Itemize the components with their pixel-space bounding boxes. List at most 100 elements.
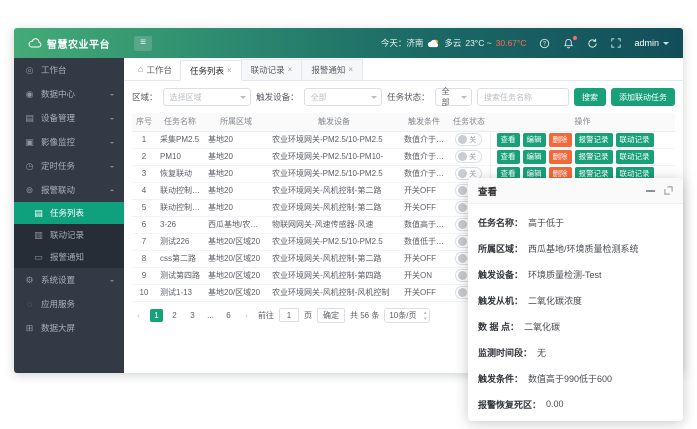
toggle-label: 关 xyxy=(469,135,476,145)
toggle-knob-icon xyxy=(458,237,467,246)
topbar-right: 今天：济南 多云 23°C ~ 30.67°C ? xyxy=(381,37,683,49)
page-button[interactable]: 3 xyxy=(186,309,199,322)
sidebar-item-task-list[interactable]: ▤ 任务列表 xyxy=(14,202,124,224)
chevron-down-icon xyxy=(110,166,114,170)
table-row: 1 采集PM2.5 基地20 农业环境网关-PM2.5/10-PM2.5 数值介… xyxy=(132,131,675,148)
sidebar-item-system-settings[interactable]: ⚙ 系统设置 xyxy=(14,268,124,292)
sidebar-item-scheduled-tasks[interactable]: ◷ 定时任务 xyxy=(14,154,124,178)
cell-name: 联动控制… xyxy=(156,182,204,199)
cell-condition: 数值介于… xyxy=(400,131,448,148)
sidebar-item-device-mgmt[interactable]: ▤ 设备管理 xyxy=(14,106,124,130)
sidebar-item-label: 定时任务 xyxy=(41,160,75,172)
sidebar-item-label: 设备管理 xyxy=(41,112,75,124)
cell-region: 基地20 xyxy=(204,165,268,182)
region-select[interactable]: 选择区域 xyxy=(163,88,252,106)
edit-button[interactable]: 编辑 xyxy=(523,150,546,164)
tab-linkage-records[interactable]: 联动记录 xyxy=(241,59,303,80)
add-linkage-task-button[interactable]: 添加联动任务 xyxy=(611,88,675,106)
sidebar-item-alarm-notice[interactable]: ▭ 报警通知 xyxy=(14,246,124,268)
chevron-down-icon xyxy=(371,96,377,102)
page-button[interactable]: 1 xyxy=(150,309,163,322)
chevron-up-icon xyxy=(110,187,114,191)
confirm-button[interactable]: 确定 xyxy=(317,308,345,323)
delete-button[interactable]: 删除 xyxy=(549,133,572,147)
sidebar-item-app-services[interactable]: ◌ 应用服务 xyxy=(14,292,124,316)
sidebar-collapse-button[interactable]: ≡ xyxy=(134,36,152,51)
cell-region: 基地20 xyxy=(204,131,268,148)
field-value: 0.00 xyxy=(546,399,564,409)
close-icon[interactable] xyxy=(227,67,232,75)
hamburger-icon: ≡ xyxy=(140,38,146,48)
alarm-records-button[interactable]: 报警记录 xyxy=(575,150,613,164)
fullscreen-button[interactable] xyxy=(611,38,621,48)
next-page-button[interactable]: › xyxy=(240,309,253,322)
cell-no: 1 xyxy=(132,131,156,148)
tab-workbench[interactable]: ⌂ 工作台 xyxy=(129,59,181,80)
cell-device: 农业环境网关-PM2.5/10-PM2.5 xyxy=(268,165,400,182)
screen-icon: ⊞ xyxy=(24,323,35,334)
status-toggle[interactable]: 关 xyxy=(455,133,482,146)
prev-page-button[interactable]: ‹ xyxy=(132,309,145,322)
close-icon[interactable] xyxy=(348,66,353,74)
linkage-records-button[interactable]: 联动记录 xyxy=(616,133,654,147)
detail-field: 触发条件： 数值高于990低于600 xyxy=(478,365,673,391)
cell-name: 测试226 xyxy=(156,233,204,250)
sidebar-item-data-center[interactable]: ◉ 数据中心 xyxy=(14,82,124,106)
expand-icon[interactable] xyxy=(664,186,673,195)
user-menu[interactable]: admin xyxy=(634,38,669,48)
goto-page-input[interactable] xyxy=(279,308,299,322)
cell-region: 基地20 xyxy=(204,148,268,165)
sidebar: ◎ 工作台 ◉ 数据中心 ▤ 设备管理 ▣ 影像监控 ◷ 定时任务 xyxy=(14,58,124,373)
cell-name: 联动控制… xyxy=(156,199,204,216)
col-actions: 操作 xyxy=(490,113,675,131)
sidebar-item-alarm-linkage[interactable]: ⊚ 报警联动 xyxy=(14,178,124,202)
sidebar-item-label: 影像监控 xyxy=(41,136,75,148)
sidebar-item-label: 数据大屏 xyxy=(41,322,75,334)
edit-button[interactable]: 编辑 xyxy=(523,133,546,147)
cell-condition: 数值高于… xyxy=(400,216,448,233)
cell-no: 9 xyxy=(132,267,156,284)
minimize-icon[interactable] xyxy=(646,190,655,192)
page-button[interactable]: 6 xyxy=(222,309,235,322)
notifications-button[interactable] xyxy=(563,38,574,49)
tab-alarm-notice[interactable]: 报警通知 xyxy=(301,59,363,80)
page-size-select[interactable]: 10条/页 xyxy=(384,308,430,323)
refresh-button[interactable] xyxy=(587,38,598,49)
tab-task-list[interactable]: 任务列表 xyxy=(180,60,242,81)
col-device: 触发设备 xyxy=(268,113,400,131)
search-button[interactable]: 搜索 xyxy=(574,88,606,106)
cell-name: 3-26 xyxy=(156,216,204,233)
cell-condition: 开关ON xyxy=(400,267,448,284)
cell-name: css第二路 xyxy=(156,250,204,267)
sidebar-item-workbench[interactable]: ◎ 工作台 xyxy=(14,58,124,82)
cell-name: 测试第四路 xyxy=(156,267,204,284)
refresh-icon xyxy=(587,38,598,49)
linkage-records-button[interactable]: 联动记录 xyxy=(616,150,654,164)
help-button[interactable]: ? xyxy=(539,38,550,49)
toggle-knob-icon xyxy=(458,135,467,144)
delete-button[interactable]: 删除 xyxy=(549,150,572,164)
status-select[interactable]: 全部 xyxy=(435,88,472,106)
status-toggle[interactable]: 关 xyxy=(455,150,482,163)
cell-condition: 数值低于… xyxy=(400,233,448,250)
cell-device: 农业环境网关-风机控制-风机控制 xyxy=(268,284,400,301)
device-select[interactable]: 全部 xyxy=(304,88,382,106)
sidebar-item-linkage-records[interactable]: ▥ 联动记录 xyxy=(14,224,124,246)
sidebar-item-video-monitor[interactable]: ▣ 影像监控 xyxy=(14,130,124,154)
close-icon[interactable] xyxy=(288,66,293,74)
search-input[interactable] xyxy=(477,88,569,106)
sidebar-item-data-screen[interactable]: ⊞ 数据大屏 xyxy=(14,316,124,340)
alarm-records-button[interactable]: 报警记录 xyxy=(575,133,613,147)
view-button[interactable]: 查看 xyxy=(497,150,520,164)
clock-icon: ◷ xyxy=(24,161,35,172)
toggle-label: 关 xyxy=(469,152,476,162)
field-value: 二氧化碳 xyxy=(524,320,560,333)
view-button[interactable]: 查看 xyxy=(497,133,520,147)
page-ellipsis[interactable]: ... xyxy=(204,309,217,322)
cell-region: 基地20/区域20 xyxy=(204,284,268,301)
cell-name: PM10 xyxy=(156,148,204,165)
table-header-row: 序号 任务名称 所属区域 触发设备 触发条件 任务状态 操作 xyxy=(132,113,675,131)
cell-device: 物联网网关-风速传感器-风速 xyxy=(268,216,400,233)
page-button[interactable]: 2 xyxy=(168,309,181,322)
page-size-value: 10条/页 xyxy=(389,310,416,321)
